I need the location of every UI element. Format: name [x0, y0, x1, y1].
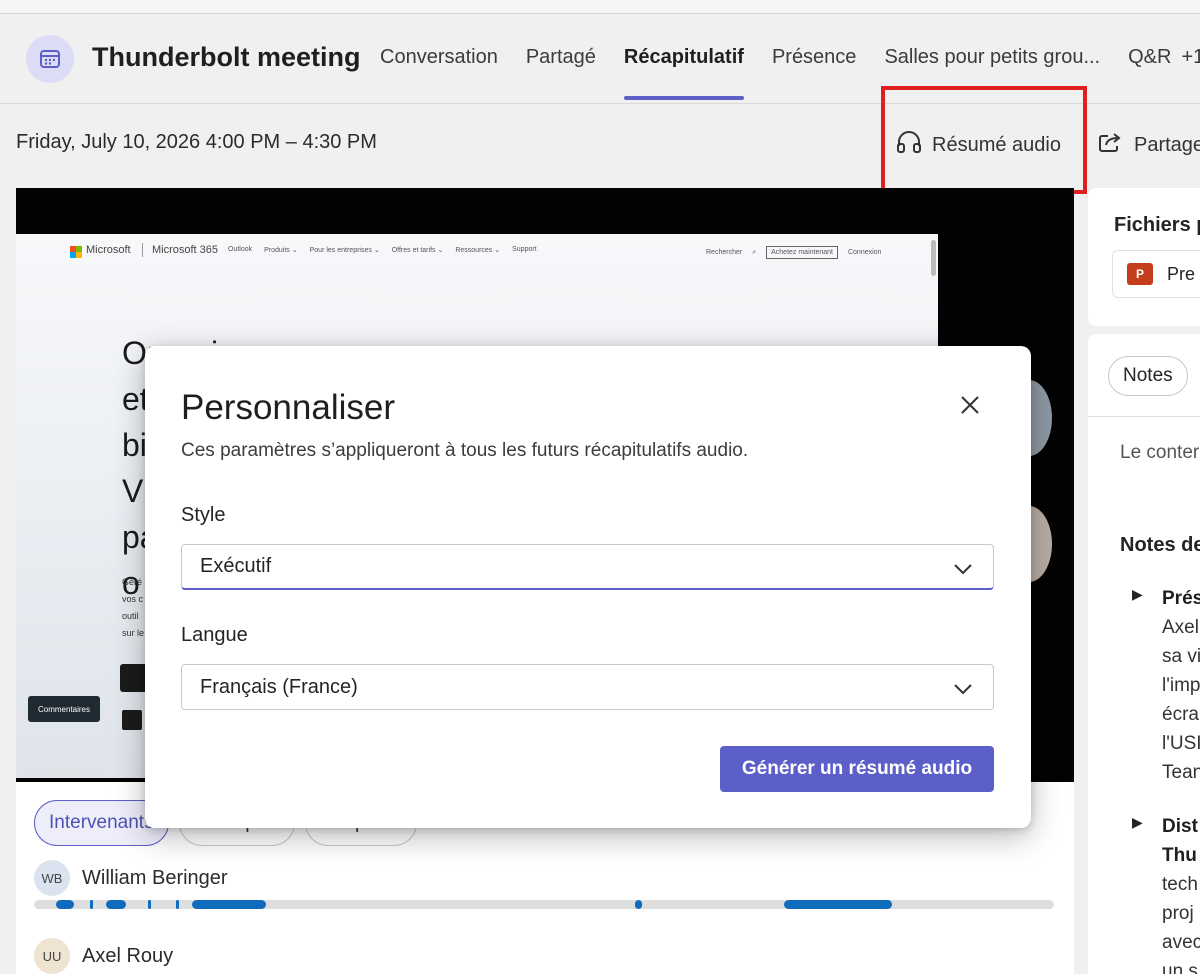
chevron-down-icon — [953, 559, 973, 582]
generate-audio-summary-button[interactable]: Générer un résumé audio — [720, 746, 994, 792]
chevron-down-icon — [953, 679, 973, 702]
style-dropdown[interactable]: Exécutif — [181, 544, 994, 590]
style-value: Exécutif — [200, 555, 272, 577]
close-icon[interactable] — [955, 390, 985, 420]
style-label: Style — [181, 504, 226, 526]
dialog-description: Ces paramètres s’appliqueront à tous les… — [181, 440, 749, 461]
customize-dialog: Personnaliser Ces paramètres s’appliquer… — [145, 346, 1031, 828]
dialog-title: Personnaliser — [181, 388, 395, 427]
language-label: Langue — [181, 624, 248, 646]
language-value: Français (France) — [200, 675, 358, 698]
language-dropdown[interactable]: Français (France) — [181, 664, 994, 710]
